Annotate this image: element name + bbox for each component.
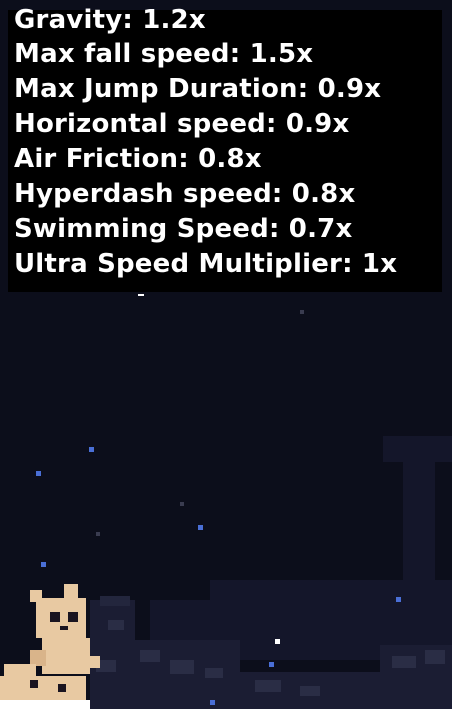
- stat-air-friction: Air Friction: 0.8x: [14, 144, 262, 174]
- stat-max-fall-speed: Max fall speed: 1.5x: [14, 39, 314, 69]
- stat-swimming-speed: Swimming Speed: 0.7x: [14, 214, 353, 244]
- stat-ultra-speed-multiplier: Ultra Speed Multiplier: 1x: [14, 249, 398, 279]
- stat-hyperdash-speed: Hyperdash speed: 0.8x: [14, 179, 356, 209]
- stat-gravity: Gravity: 1.2x: [14, 5, 206, 35]
- stats-overlay: Gravity: 1.2x Max fall speed: 1.5x Max J…: [8, 5, 442, 292]
- game-screen: { "stats": [ {"label": "Gravity", "value…: [0, 0, 452, 709]
- stat-max-jump-duration: Max Jump Duration: 0.9x: [14, 74, 382, 104]
- stat-horizontal-speed: Horizontal speed: 0.9x: [14, 109, 350, 139]
